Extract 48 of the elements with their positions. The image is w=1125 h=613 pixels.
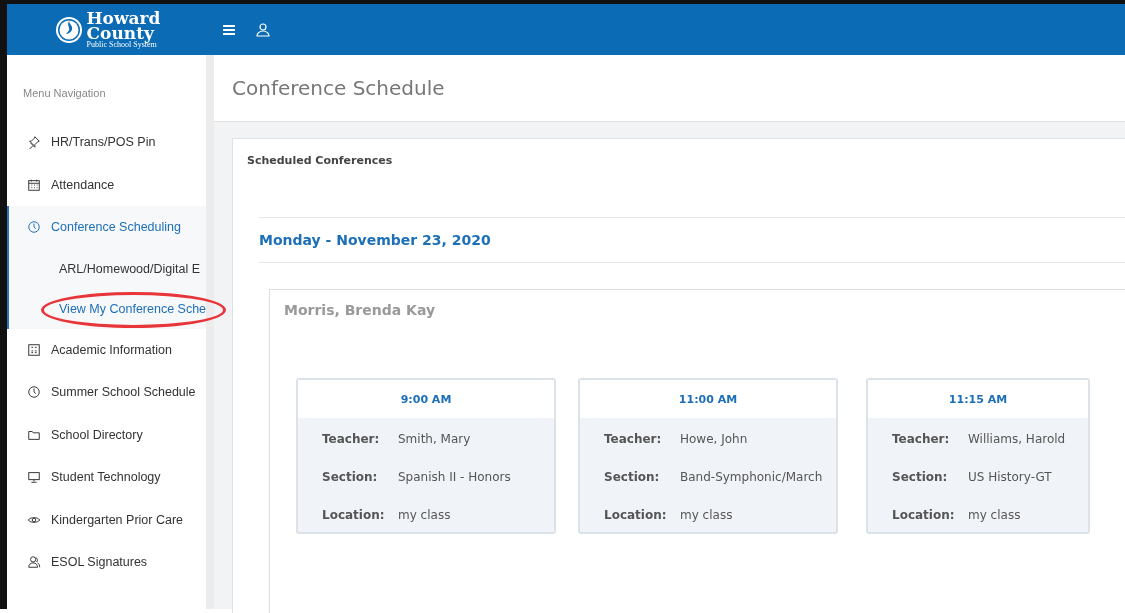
field-label: Location:	[604, 508, 668, 522]
field-label: Section:	[604, 470, 661, 484]
field-value: my class	[680, 508, 734, 522]
field-label: Section:	[892, 470, 949, 484]
sidebar-subitem[interactable]: ARL/Homewood/Digital E	[59, 248, 201, 289]
field-value: Band-Symphonic/March	[680, 470, 824, 484]
field-value: Williams, Harold	[968, 432, 1067, 446]
sidebar-item[interactable]: Academic Information	[7, 328, 206, 371]
field-value: US History-GT	[968, 470, 1053, 484]
sidebar-item[interactable]: Conference Scheduling	[9, 206, 206, 249]
menu-heading: Menu Navigation	[22, 86, 107, 101]
sidebar-item[interactable]: Student Technology	[7, 456, 206, 499]
conference-time: 11:15 AM	[868, 380, 1088, 418]
sidebar-item[interactable]: HR/Trans/POS Pin	[7, 121, 206, 164]
conference-time: 9:00 AM	[298, 380, 554, 418]
field-label: Location:	[322, 508, 386, 522]
sidebar-item[interactable]: School Directory	[7, 413, 206, 456]
logo-text: Howard	[86, 10, 161, 26]
field-value: Howe, John	[680, 432, 749, 446]
people-icon	[27, 555, 41, 570]
logo-text: County	[86, 25, 155, 42]
user-icon	[255, 21, 271, 38]
sidebar-item[interactable]: Attendance	[7, 163, 206, 206]
clock-icon	[27, 220, 41, 235]
field-value: Spanish II - Honors	[398, 470, 512, 484]
grid-icon	[27, 342, 41, 357]
field-value: my class	[968, 508, 1022, 522]
sidebar-item[interactable]: ESOL Signatures	[7, 541, 206, 584]
monitor-icon	[27, 470, 41, 485]
field-value: Smith, Mary	[398, 432, 472, 446]
pin-icon	[27, 135, 41, 150]
sidebar-item[interactable]: Kindergarten Prior Care	[7, 498, 206, 541]
sidebar-item[interactable]: Summer School Schedule	[7, 371, 206, 414]
logo-tagline: Public School System	[86, 41, 158, 49]
sidebar-subitem[interactable]: View My Conference Sche	[59, 288, 207, 329]
field-label: Teacher:	[892, 432, 951, 446]
field-value: my class	[398, 508, 452, 522]
date-heading: Monday - November 23, 2020	[259, 217, 1125, 263]
calendar-icon	[27, 177, 41, 192]
student-name: Morris, Brenda Kay	[284, 302, 437, 318]
field-label: Teacher:	[604, 432, 663, 446]
conference-time: 11:00 AM	[580, 380, 836, 418]
field-label: Location:	[892, 508, 956, 522]
field-label: Section:	[322, 470, 379, 484]
page-title: Conference Schedule	[214, 55, 1125, 122]
clock-icon	[27, 385, 41, 400]
panel-title: Scheduled Conferences	[247, 153, 394, 167]
field-label: Teacher:	[322, 432, 381, 446]
